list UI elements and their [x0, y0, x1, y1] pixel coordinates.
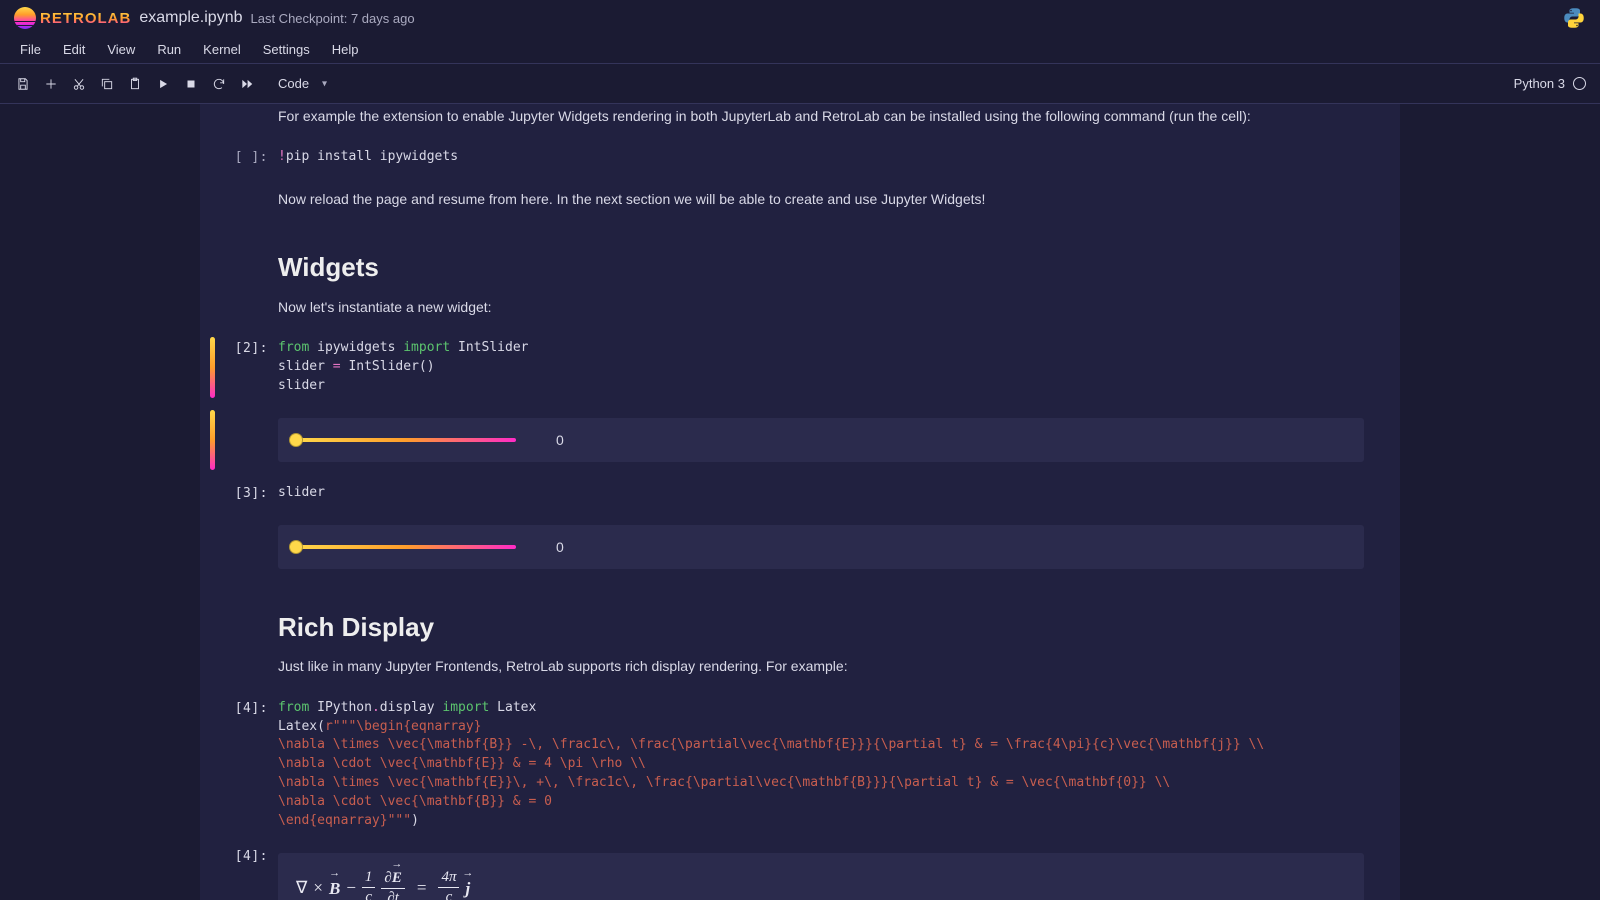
chevron-down-icon: ▾: [322, 78, 327, 89]
cell-type-label: Code: [278, 76, 309, 91]
brand: RETROLAB: [40, 10, 131, 27]
slider-thumb[interactable]: [289, 540, 303, 554]
heading: Rich Display: [278, 609, 1382, 647]
run-button[interactable]: [152, 73, 174, 95]
cell-type-select[interactable]: Code ▾: [270, 74, 331, 93]
md-cell[interactable]: Widgets Now let's instantiate a new widg…: [200, 223, 1400, 331]
toolbar: Code ▾: [0, 64, 1500, 104]
logo[interactable]: RETROLAB: [14, 7, 131, 29]
checkpoint-label: Last Checkpoint: 7 days ago: [251, 11, 415, 26]
code-area[interactable]: slider: [278, 480, 1400, 507]
menu-edit[interactable]: Edit: [53, 40, 95, 59]
notebook-filename[interactable]: example.ipynb: [139, 9, 242, 27]
widget-output: 0: [278, 418, 1364, 462]
kernel-idle-icon: [1573, 77, 1586, 90]
code-area[interactable]: from ipywidgets import IntSlider slider …: [278, 335, 1400, 400]
slider-thumb[interactable]: [289, 433, 303, 447]
code-cell[interactable]: [ ]: !pip install ipywidgets: [200, 140, 1400, 175]
notebook[interactable]: For example the extension to enable Jupy…: [200, 104, 1400, 900]
code-area[interactable]: from IPython.display import Latex Latex(…: [278, 695, 1400, 835]
save-button[interactable]: [12, 73, 34, 95]
kernel-status[interactable]: Python 3: [1500, 64, 1600, 104]
code-area[interactable]: !pip install ipywidgets: [278, 144, 1400, 171]
logo-icon: [14, 7, 36, 29]
prompt: [3]:: [200, 480, 278, 507]
copy-button[interactable]: [96, 73, 118, 95]
code-cell[interactable]: [4]: from IPython.display import Latex L…: [200, 691, 1400, 839]
menu-bar: File Edit View Run Kernel Settings Help: [0, 36, 1600, 64]
kernel-name: Python 3: [1514, 76, 1565, 91]
menu-run[interactable]: Run: [147, 40, 191, 59]
slider-value: 0: [556, 432, 564, 448]
header-bar: RETROLAB example.ipynb Last Checkpoint: …: [0, 0, 1600, 36]
stop-button[interactable]: [180, 73, 202, 95]
output-cell: 0: [200, 511, 1400, 583]
int-slider[interactable]: [296, 438, 516, 442]
heading: Widgets: [278, 249, 1382, 287]
menu-file[interactable]: File: [10, 40, 51, 59]
cut-button[interactable]: [68, 73, 90, 95]
menu-kernel[interactable]: Kernel: [193, 40, 251, 59]
prompt: [2]:: [200, 335, 278, 400]
latex-output: ∇×B − 1c ∂E∂t = 4πc j ∇·E = 4πρ ∇×E: [278, 853, 1364, 900]
int-slider[interactable]: [296, 545, 516, 549]
prompt: [ ]:: [200, 144, 278, 171]
md-text: Just like in many Jupyter Frontends, Ret…: [278, 656, 1382, 676]
prompt: [4]:: [200, 695, 278, 835]
md-text: Now reload the page and resume from here…: [278, 189, 1382, 209]
slider-value: 0: [556, 539, 564, 555]
md-text: Now let's instantiate a new widget:: [278, 297, 1382, 317]
python-logo-icon: [1562, 6, 1586, 30]
menu-view[interactable]: View: [97, 40, 145, 59]
add-cell-button[interactable]: [40, 73, 62, 95]
widget-output: 0: [278, 525, 1364, 569]
paste-button[interactable]: [124, 73, 146, 95]
code-cell[interactable]: [2]: from ipywidgets import IntSlider sl…: [200, 331, 1400, 404]
prompt: [4]:: [200, 843, 278, 900]
output-cell: [4]: ∇×B − 1c ∂E∂t = 4πc j ∇·E = 4πρ: [200, 839, 1400, 900]
md-cell[interactable]: Now reload the page and resume from here…: [200, 175, 1400, 223]
md-cell[interactable]: Rich Display Just like in many Jupyter F…: [200, 583, 1400, 691]
menu-settings[interactable]: Settings: [253, 40, 320, 59]
code-cell[interactable]: [3]: slider: [200, 476, 1400, 511]
menu-help[interactable]: Help: [322, 40, 369, 59]
output-cell: 0: [200, 404, 1400, 476]
run-all-button[interactable]: [236, 73, 258, 95]
restart-button[interactable]: [208, 73, 230, 95]
md-text: For example the extension to enable Jupy…: [278, 106, 1382, 126]
md-cell[interactable]: For example the extension to enable Jupy…: [200, 104, 1400, 140]
